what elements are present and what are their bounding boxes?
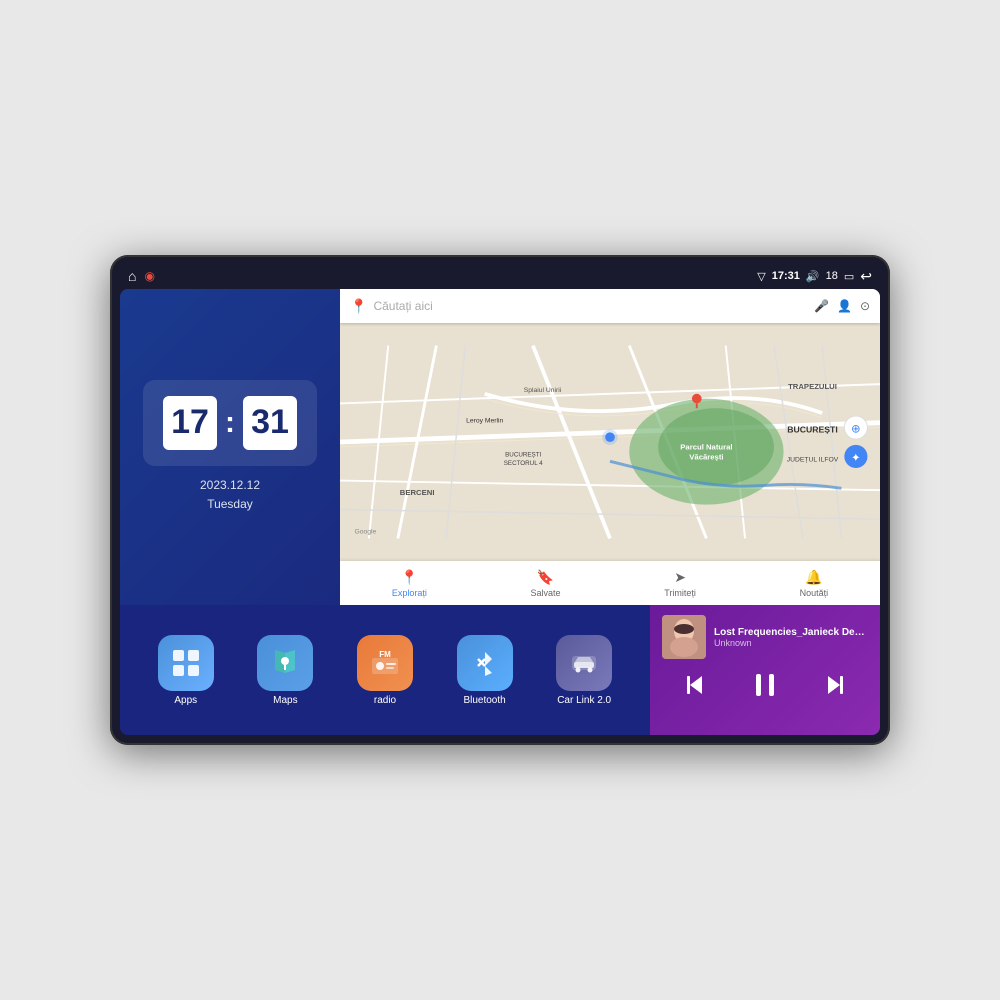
svg-text:Splaiul Unirii: Splaiul Unirii: [524, 387, 562, 394]
svg-text:SECTORUL 4: SECTORUL 4: [504, 460, 543, 467]
noutati-label: Noutăți: [800, 588, 829, 598]
app-item-radio[interactable]: FM radio: [357, 635, 413, 706]
svg-text:JUDEȚUL ILFOV: JUDEȚUL ILFOV: [787, 456, 839, 463]
map-search-placeholder[interactable]: Căutați aici: [373, 299, 808, 313]
svg-text:✦: ✦: [851, 452, 861, 464]
bluetooth-icon: [457, 635, 513, 691]
trimiteti-label: Trimiteți: [664, 588, 696, 598]
status-right: ▽ 17:31 🔊 18 ▭ ↩: [757, 268, 872, 285]
music-player: Lost Frequencies_Janieck Devy-... Unknow…: [650, 605, 880, 735]
play-pause-button[interactable]: [749, 669, 781, 701]
car-display: ⌂ ◉ ▽ 17:31 🔊 18 ▭ ↩ 17 : 31 2023.12.12: [110, 255, 890, 745]
svg-text:BERCENI: BERCENI: [400, 488, 435, 497]
maps-icon: [257, 635, 313, 691]
carlink-label: Car Link 2.0: [557, 695, 611, 706]
clock-minute: 31: [243, 396, 297, 450]
carlink-icon: [556, 635, 612, 691]
maps-label: Maps: [273, 695, 297, 706]
svg-text:⊕: ⊕: [851, 423, 861, 435]
prev-button[interactable]: [682, 671, 710, 699]
clock-widget: 17 : 31: [143, 380, 317, 466]
music-info: Lost Frequencies_Janieck Devy-... Unknow…: [662, 615, 868, 659]
svg-text:TRAPEZULUI: TRAPEZULUI: [788, 382, 837, 391]
layers-icon[interactable]: ⊙: [860, 299, 870, 313]
map-nav-trimiteti[interactable]: ➤ Trimiteți: [664, 569, 696, 598]
map-search-icons: 🎤 👤 ⊙: [814, 299, 870, 313]
music-title: Lost Frequencies_Janieck Devy-...: [714, 627, 868, 638]
status-bar: ⌂ ◉ ▽ 17:31 🔊 18 ▭ ↩: [120, 265, 880, 289]
app-item-maps[interactable]: Maps: [257, 635, 313, 706]
explora-label: Explorați: [392, 588, 427, 598]
time-display: 17:31: [772, 270, 800, 282]
signal-icon: ▽: [757, 270, 765, 283]
maps-status-icon: ◉: [144, 269, 154, 283]
map-body[interactable]: Parcul Natural Văcărești TRAPEZULUI BUCU…: [340, 323, 880, 561]
radio-label: radio: [374, 695, 396, 706]
music-controls: [662, 665, 868, 705]
map-nav-explora[interactable]: 📍 Explorați: [392, 569, 427, 598]
back-icon[interactable]: ↩: [860, 268, 872, 285]
bluetooth-label: Bluetooth: [463, 695, 505, 706]
home-icon[interactable]: ⌂: [128, 268, 136, 284]
music-meta: Lost Frequencies_Janieck Devy-... Unknow…: [714, 627, 868, 648]
map-nav-salvate[interactable]: 🔖 Salvate: [531, 569, 561, 598]
svg-text:FM: FM: [379, 650, 391, 659]
volume-level: 18: [826, 270, 838, 282]
music-artist: Unknown: [714, 638, 868, 648]
mic-icon[interactable]: 🎤: [814, 299, 829, 313]
salvate-icon: 🔖: [537, 569, 554, 586]
app-item-bluetooth[interactable]: Bluetooth: [457, 635, 513, 706]
salvate-label: Salvate: [531, 588, 561, 598]
svg-text:Google: Google: [354, 529, 376, 536]
trimiteti-icon: ➤: [674, 569, 686, 586]
radio-icon: FM: [357, 635, 413, 691]
volume-icon: 🔊: [806, 270, 820, 283]
account-icon[interactable]: 👤: [837, 299, 852, 313]
battery-icon: ▭: [844, 270, 854, 283]
map-logo-icon: 📍: [350, 298, 367, 315]
svg-text:Văcărești: Văcărești: [689, 452, 723, 461]
svg-text:BUCUREȘTI: BUCUREȘTI: [505, 451, 541, 458]
next-button[interactable]: [820, 671, 848, 699]
bottom-area: Apps Maps: [120, 605, 880, 735]
map-search-bar[interactable]: 📍 Căutați aici 🎤 👤 ⊙: [340, 289, 880, 323]
apps-icon: [158, 635, 214, 691]
clock-separator: :: [223, 406, 237, 440]
clock-hour: 17: [163, 396, 217, 450]
music-thumbnail: [662, 615, 706, 659]
clock-panel: 17 : 31 2023.12.12 Tuesday: [120, 289, 340, 605]
svg-text:BUCUREȘTI: BUCUREȘTI: [787, 424, 838, 434]
apps-label: Apps: [174, 695, 197, 706]
app-item-apps[interactable]: Apps: [158, 635, 214, 706]
noutati-icon: 🔔: [805, 569, 822, 586]
main-area: 17 : 31 2023.12.12 Tuesday 📍 Căutați aic…: [120, 289, 880, 605]
apps-section: Apps Maps: [120, 605, 650, 735]
svg-text:Leroy Merlin: Leroy Merlin: [466, 418, 503, 425]
date-display: 2023.12.12 Tuesday: [200, 476, 260, 514]
map-nav-bar: 📍 Explorați 🔖 Salvate ➤ Trimiteți 🔔 Nout…: [340, 561, 880, 605]
explora-icon: 📍: [401, 569, 418, 586]
map-nav-noutati[interactable]: 🔔 Noutăți: [800, 569, 829, 598]
screen: 17 : 31 2023.12.12 Tuesday 📍 Căutați aic…: [120, 289, 880, 735]
map-panel: 📍 Căutați aici 🎤 👤 ⊙: [340, 289, 880, 605]
app-item-carlink[interactable]: Car Link 2.0: [556, 635, 612, 706]
status-left: ⌂ ◉: [128, 268, 155, 284]
svg-text:Parcul Natural: Parcul Natural: [680, 443, 732, 452]
